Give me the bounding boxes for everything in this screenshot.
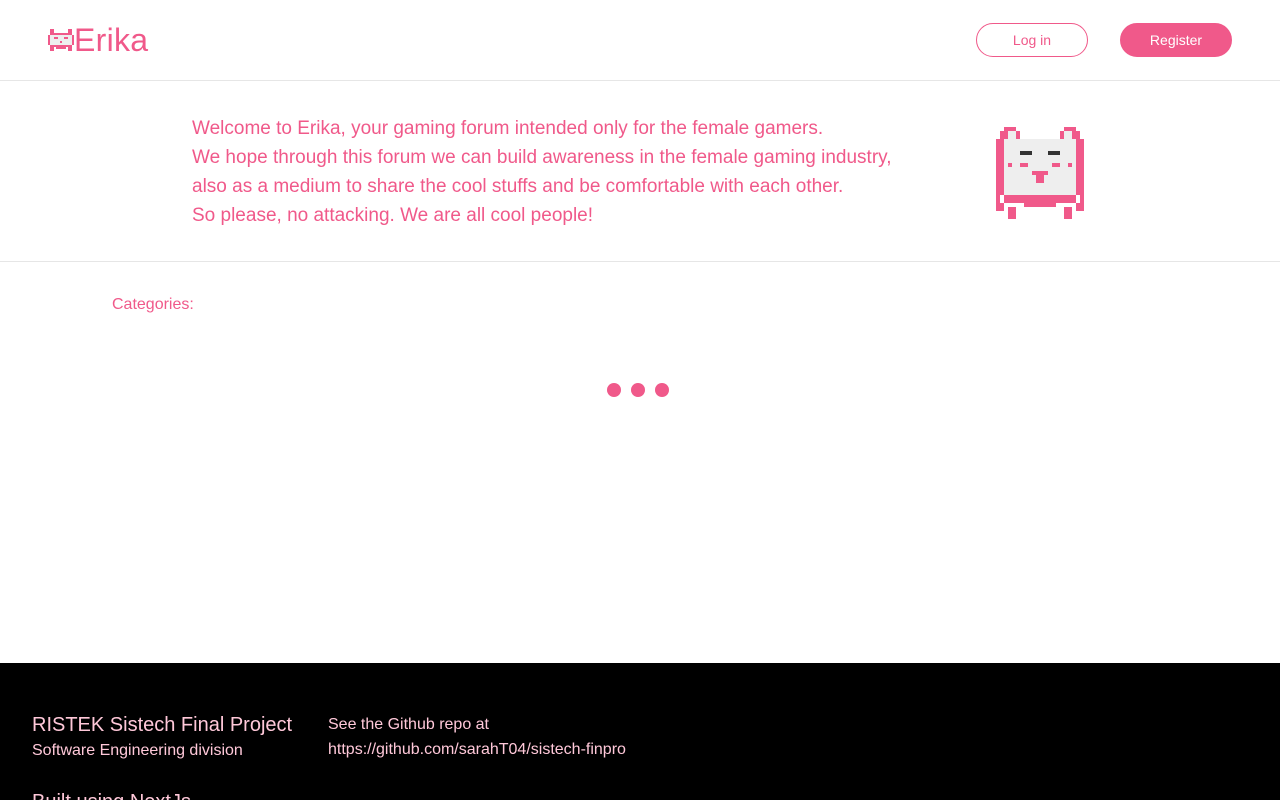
login-button[interactable]: Log in [976,23,1088,57]
loading-dots-icon [607,383,669,397]
welcome-line: also as a medium to share the cool stuff… [192,176,844,197]
footer-repo-link[interactable]: https://github.com/sarahT04/sistech-finp… [328,737,626,762]
footer-repo-intro: See the Github repo at [328,716,489,733]
welcome-line: So please, no attacking. We are all cool… [192,205,594,226]
top-navbar: Erika Log in Register [0,0,1280,81]
welcome-line: We hope through this forum we can build … [192,147,892,168]
register-button[interactable]: Register [1120,23,1232,57]
footer-division: Software Engineering division [32,742,243,759]
welcome-message: Welcome to Erika, your gaming forum inte… [192,114,982,230]
footer-project-info: RISTEK Sistech Final Project Software En… [32,712,292,764]
pixel-cat-icon [996,127,1084,219]
welcome-line: Welcome to Erika, your gaming forum inte… [192,118,824,139]
footer-repo-info: See the Github repo at https://github.co… [328,712,626,762]
cat-logo-icon [48,29,74,51]
welcome-banner: Welcome to Erika, your gaming forum inte… [0,81,1280,262]
site-footer: RISTEK Sistech Final Project Software En… [0,663,1280,800]
brand-link[interactable]: Erika [48,20,148,60]
categories-heading: Categories: [112,296,194,313]
brand-name: Erika [74,22,149,58]
footer-project-title: RISTEK Sistech Final Project [32,714,293,736]
loading-dot [631,383,645,397]
loading-dot [607,383,621,397]
footer-built-using: Built using NextJs [32,789,191,800]
loading-dot [655,383,669,397]
